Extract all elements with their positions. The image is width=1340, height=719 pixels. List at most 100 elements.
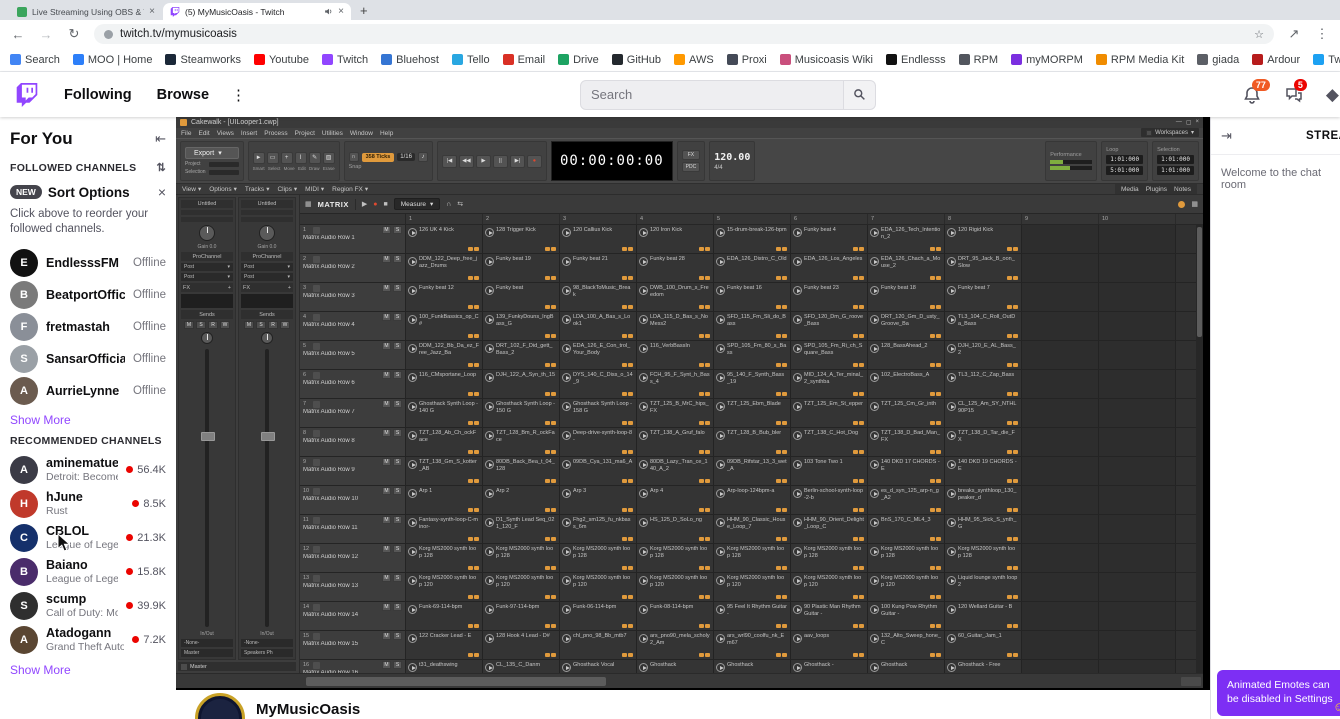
window-minimize-icon[interactable]: — [1176,119,1182,126]
matrix-row-header[interactable]: 11 M S Matrix Audio Row 11 [300,515,406,543]
matrix-cell[interactable]: TZT_128_Ab_Ch_ockFace [406,428,483,456]
matrix-cell[interactable]: Arp 4 [637,486,714,514]
cell-play-icon[interactable] [639,518,648,527]
matrix-cell-empty[interactable] [1099,602,1176,630]
matrix-cell[interactable]: DWB_100_Drum_s_Freedom [637,283,714,311]
bookmark-star-icon[interactable]: ☆ [1254,28,1264,41]
matrix-cell[interactable]: Arp 3 [560,486,637,514]
matrix-cell[interactable]: 126 UK 4 Kick [406,225,483,253]
matrix-cell-empty[interactable] [1099,631,1176,659]
matrix-cell[interactable]: Funk-69-114-bpm [406,602,483,630]
cell-play-icon[interactable] [793,286,802,295]
prochannel-header[interactable]: ProChannel [241,252,293,261]
pdc-button[interactable]: PDC [681,162,701,172]
matrix-cell[interactable]: 102_ElectroBass_A [868,370,945,398]
cell-play-icon[interactable] [793,431,802,440]
search-button[interactable] [844,79,876,110]
row-solo-button[interactable]: S [393,516,402,524]
matrix-cell-empty[interactable] [1099,341,1176,369]
matrix-cell-empty[interactable] [1099,399,1176,427]
matrix-stop-icon[interactable]: ■ [383,201,387,208]
matrix-cell[interactable]: SFD_115_Fm_Sli_do_Bass [714,312,791,340]
matrix-cell[interactable]: 103 Tone Two 1 [791,457,868,485]
cell-play-icon[interactable] [639,373,648,382]
selection-end-time[interactable]: 1:01:000 [1157,166,1194,175]
cell-play-icon[interactable] [562,460,571,469]
cell-play-icon[interactable] [562,663,571,672]
record-arm-indicator[interactable] [1178,200,1186,208]
row-solo-button[interactable]: S [393,284,402,292]
matrix-cell-empty[interactable] [1099,457,1176,485]
matrix-row-header[interactable]: 16 M S Matrix Audio Row 16 [300,660,406,673]
cell-play-icon[interactable] [408,257,417,266]
matrix-cell[interactable]: ars_pno90_mela_scholy2_Am [637,631,714,659]
matrix-cell[interactable]: Ghosthack [637,660,714,673]
row-icon[interactable] [313,371,320,379]
cell-play-icon[interactable] [793,576,802,585]
matrix-cell[interactable]: 128 Trigger Kick [483,225,560,253]
cell-play-icon[interactable] [870,634,879,643]
matrix-cell[interactable]: Ghosthack Synth Loop - 158 G [560,399,637,427]
matrix-cell[interactable]: Fhg2_sm125_fu_nkbass_6m [560,515,637,543]
bookmark-item[interactable]: Youtube [253,54,309,66]
row-icon[interactable] [313,342,320,350]
matrix-cell-empty[interactable] [1022,370,1099,398]
cell-play-icon[interactable] [716,518,725,527]
selection-start-time[interactable]: 1:01:000 [1157,155,1194,164]
matrix-cell[interactable]: 116_VerbBassIn [637,341,714,369]
row-icon[interactable] [313,284,320,292]
post-select[interactable]: Post ▾ [241,263,293,271]
cell-play-icon[interactable] [485,228,494,237]
cell-play-icon[interactable] [408,315,417,324]
cell-play-icon[interactable] [947,489,956,498]
matrix-row-header[interactable]: 1 M S Matrix Audio Row 1 [300,225,406,253]
cell-play-icon[interactable] [947,257,956,266]
cell-play-icon[interactable] [870,315,879,324]
matrix-cell[interactable]: Funky beat 12 [406,283,483,311]
row-mute-button[interactable]: M [382,313,391,321]
row-icon[interactable] [313,400,320,408]
cell-play-icon[interactable] [870,547,879,556]
cell-play-icon[interactable] [485,489,494,498]
row-icon[interactable] [313,487,320,495]
matrix-cell[interactable]: Funky beat 23 [791,283,868,311]
cell-play-icon[interactable] [870,605,879,614]
bookmark-item[interactable]: Drive [558,54,599,66]
cell-play-icon[interactable] [716,257,725,266]
cell-play-icon[interactable] [716,373,725,382]
matrix-cell[interactable]: DRT_95_Jack_B_oon_Slow [945,254,1022,282]
row-icon[interactable] [313,545,320,553]
matrix-cell-empty[interactable] [1022,515,1099,543]
bookmark-item[interactable]: myMORPM [1011,54,1083,66]
matrix-cell[interactable]: Funky beat 28 [637,254,714,282]
cell-play-icon[interactable] [716,489,725,498]
input-select[interactable]: -None- [241,639,293,647]
row-icon[interactable] [313,458,320,466]
cell-play-icon[interactable] [485,518,494,527]
matrix-cell[interactable]: TZT_125_Em_St_epper [791,399,868,427]
bookmark-item[interactable]: Ardour [1252,54,1300,66]
cell-play-icon[interactable] [947,663,956,672]
cell-play-icon[interactable] [639,547,648,556]
swap-icon[interactable]: ⇆ [457,200,463,208]
matrix-cell[interactable]: SPD_105_Fm_Ri_ch_Square_Bass [791,341,868,369]
volume-fader[interactable] [261,349,275,627]
matrix-cell[interactable]: 80DB_Lazy_Tran_ce_140_A_2 [637,457,714,485]
matrix-cell[interactable]: Funky beat 4 [791,225,868,253]
matrix-row-header[interactable]: 12 M S Matrix Audio Row 12 [300,544,406,572]
cell-play-icon[interactable] [408,373,417,382]
cell-play-icon[interactable] [408,460,417,469]
row-icon[interactable] [313,632,320,640]
matrix-cell[interactable]: Korg MS2000 synth loop 120 [560,573,637,601]
add-fx-icon[interactable]: + [228,285,231,291]
matrix-row-header[interactable]: 3 M S Matrix Audio Row 3 [300,283,406,311]
matrix-row-header[interactable]: 7 M S Matrix Audio Row 7 [300,399,406,427]
matrix-cell[interactable]: Korg MS2000 synth loop 120 [483,573,560,601]
cell-play-icon[interactable] [408,286,417,295]
matrix-cell[interactable]: TZT_125_B_MrC_hips_FX [637,399,714,427]
cell-play-icon[interactable] [562,257,571,266]
cell-play-icon[interactable] [408,402,417,411]
matrix-cell[interactable]: 132_Alto_Sweep_hone_C [868,631,945,659]
matrix-cell[interactable]: 15-drum-break-126-bpm [714,225,791,253]
matrix-cell[interactable]: BnS_170_C_ML4_3 [868,515,945,543]
